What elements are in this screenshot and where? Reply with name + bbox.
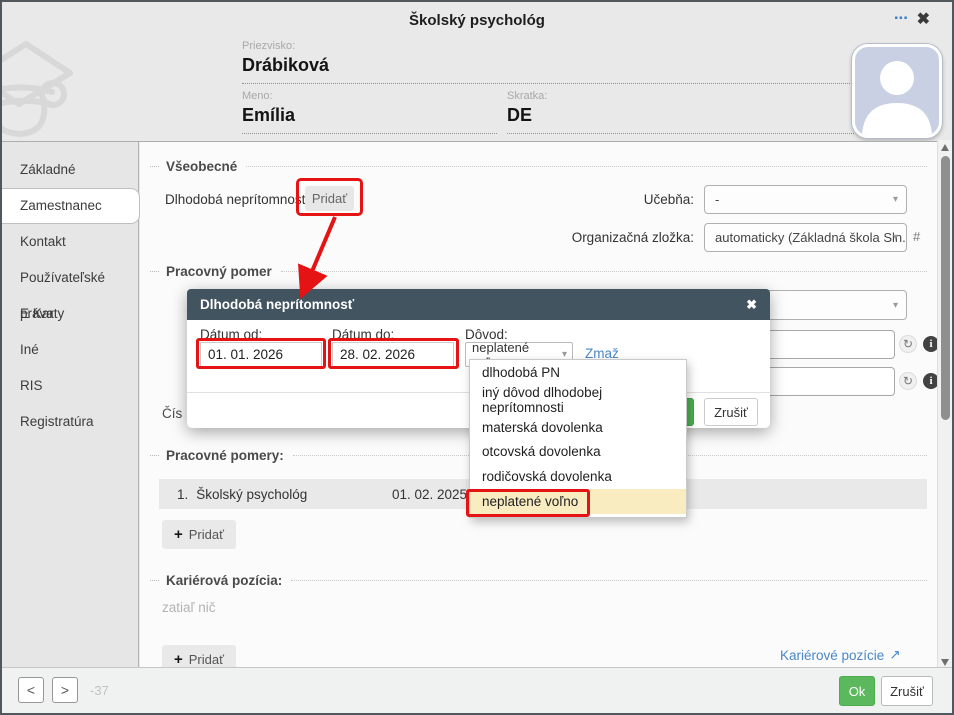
section-pracovne-pomery-title: Pracovné pomery: — [166, 448, 284, 463]
sidebar-item-ine[interactable]: Iné — [2, 332, 138, 368]
add-career-label: Pridať — [189, 652, 224, 667]
scroll-up-icon[interactable] — [941, 144, 949, 151]
window-close-icon[interactable]: ✖ — [917, 9, 930, 29]
employment-row-date: 01. 02. 2025 — [392, 487, 467, 502]
classroom-label: Učebňa: — [482, 192, 694, 207]
classroom-value: - — [715, 192, 719, 207]
refresh-icon[interactable]: ↻ — [899, 335, 917, 353]
org-unit-value: automaticky (Základná škola Sln... — [715, 230, 907, 245]
section-vseobecne: Všeobecné — [150, 158, 927, 174]
surname-label: Priezvisko: — [242, 40, 854, 52]
date-to-input[interactable]: 28. 02. 2026 — [332, 342, 454, 367]
section-karierova-pozicia-title: Kariérová pozícia: — [166, 573, 282, 588]
next-record-button[interactable]: > — [52, 677, 78, 703]
sidebar-item-ris[interactable]: RIS — [2, 368, 138, 404]
firstname-field[interactable]: Meno: Emília — [242, 90, 497, 134]
dialog-title: Dlhodobá neprítomnosť — [200, 297, 746, 312]
plus-icon: + — [174, 526, 183, 543]
chevron-down-icon: ▾ — [893, 194, 898, 205]
reason-option-materska[interactable]: materská dovolenka — [470, 415, 686, 440]
org-unit-hash-button[interactable]: # — [913, 229, 920, 244]
sidebar-item-zamestnanec[interactable]: Zamestnanec — [2, 188, 140, 224]
sidebar-item-kontakt[interactable]: Kontakt — [2, 224, 138, 260]
section-karierova-pozicia: Kariérová pozícia: — [150, 572, 927, 588]
career-positions-link[interactable]: Kariérové pozície ↗ — [780, 647, 901, 663]
sidebar-item-pouzivatelske-prava[interactable]: Používateľské práva — [2, 260, 138, 296]
dialog-close-icon[interactable]: ✖ — [746, 297, 757, 313]
add-employment-button[interactable]: + Pridať — [162, 520, 236, 549]
scrollbar-thumb[interactable] — [941, 156, 950, 420]
avatar[interactable] — [852, 44, 942, 138]
person-silhouette-icon — [855, 47, 939, 135]
org-unit-label: Organizačná zložka: — [482, 230, 694, 245]
firstname-label: Meno: — [242, 90, 497, 102]
reason-dropdown-list: dlhodobá PN iný dôvod dlhodobej neprítom… — [469, 359, 687, 518]
refresh-icon[interactable]: ↻ — [899, 372, 917, 390]
prev-record-button[interactable]: < — [18, 677, 44, 703]
abbreviation-field[interactable]: Skratka: DE — [507, 90, 854, 134]
career-empty-text: zatiaľ nič — [162, 600, 215, 615]
sidebar: Základné Zamestnanec Kontakt Používateľs… — [2, 142, 139, 670]
sidebar-item-registratura[interactable]: Registratúra — [2, 404, 138, 440]
surname-value: Drábiková — [242, 55, 854, 76]
partial-hidden-label: Čís — [162, 406, 182, 421]
career-positions-link-label: Kariérové pozície — [780, 648, 884, 663]
firstname-value: Emília — [242, 105, 497, 126]
section-pracovny-pomer: Pracovný pomer — [150, 263, 927, 279]
dialog-header: Dlhodobá neprítomnosť ✖ — [187, 289, 770, 320]
abbreviation-label: Skratka: — [507, 90, 854, 102]
sidebar-item-e-karty[interactable]: E Karty — [2, 296, 138, 332]
reason-option-otcovska[interactable]: otcovská dovolenka — [470, 440, 686, 465]
cancel-button[interactable]: Zrušiť — [881, 676, 933, 706]
reason-option-iny-dovod[interactable]: iný dôvod dlhodobej neprítomnosti — [470, 385, 686, 415]
surname-field[interactable]: Priezvisko: Drábiková — [242, 40, 854, 84]
long-absence-label: Dlhodobá neprítomnosť — [165, 192, 307, 207]
chevron-down-icon: ▾ — [893, 232, 898, 243]
abbreviation-value: DE — [507, 105, 854, 126]
section-vseobecne-title: Všeobecné — [166, 159, 237, 174]
date-to-label: Dátum do: — [332, 327, 394, 342]
classroom-select[interactable]: - ▾ — [704, 185, 907, 214]
teacher-watermark-icon — [2, 30, 142, 142]
section-pracovny-pomer-title: Pracovný pomer — [166, 264, 272, 279]
date-from-label: Dátum od: — [200, 327, 262, 342]
record-counter: -37 — [90, 683, 109, 698]
window-title: Školský psychológ — [2, 12, 952, 29]
org-unit-select[interactable]: automaticky (Základná škola Sln... ▾ — [704, 223, 907, 252]
reason-option-dlhodoba-pn[interactable]: dlhodobá PN — [470, 360, 686, 385]
vertical-scrollbar[interactable] — [937, 140, 952, 670]
more-options-icon[interactable]: ... — [894, 4, 908, 24]
employee-card-window: Školský psychológ ... ✖ Priezvisko: Dráb… — [0, 0, 954, 715]
add-employment-label: Pridať — [189, 527, 224, 542]
employment-row-index: 1. — [177, 487, 188, 502]
ok-button[interactable]: Ok — [839, 676, 875, 706]
employment-row-name: Školský psychológ — [196, 487, 307, 502]
plus-icon: + — [174, 651, 183, 668]
sidebar-item-zakladne[interactable]: Základné — [2, 152, 138, 188]
chevron-down-icon: ▾ — [893, 300, 898, 311]
add-absence-button[interactable]: Pridať — [305, 186, 354, 211]
footer-bar: < > -37 Ok Zrušiť — [2, 667, 952, 713]
scroll-down-icon[interactable] — [941, 659, 949, 666]
external-link-icon: ↗ — [889, 647, 900, 663]
dialog-cancel-button[interactable]: Zrušiť — [704, 398, 758, 426]
reason-option-neplatene-volno[interactable]: neplatené voľno — [470, 489, 686, 514]
reason-option-rodicovska[interactable]: rodičovská dovolenka — [470, 464, 686, 489]
date-from-input[interactable]: 01. 01. 2026 — [200, 342, 322, 367]
